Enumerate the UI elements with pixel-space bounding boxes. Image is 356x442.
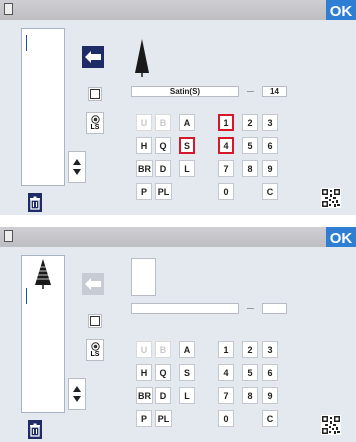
stitch-name-field [131,303,239,314]
key-l[interactable]: L [179,160,195,177]
tree-stitch-icon [32,259,54,294]
stitch-number-field: 14 [262,86,287,97]
back-arrow-icon [85,51,101,63]
trash-button[interactable] [28,193,42,212]
key-l[interactable]: L [179,387,195,404]
key-s[interactable]: S [179,364,195,381]
key-digit-5[interactable]: 5 [242,364,258,381]
key-digit-3[interactable]: 3 [262,114,278,131]
key-digit-0[interactable]: 0 [218,183,234,200]
key-digit-0[interactable]: 0 [218,410,234,427]
key-digit-3[interactable]: 3 [262,341,278,358]
key-b: B [155,341,171,358]
key-pl[interactable]: PL [155,183,172,200]
key-h[interactable]: H [136,364,152,381]
ls-radio-icon [90,114,100,124]
key-br[interactable]: BR [136,387,153,404]
key-u: U [136,114,152,131]
key-digit-9[interactable]: 9 [262,387,278,404]
text-cursor [26,288,27,304]
key-digit-2[interactable]: 2 [242,341,258,358]
key-d[interactable]: D [155,387,171,404]
key-pl[interactable]: PL [155,410,172,427]
checkbox[interactable] [88,314,102,328]
ls-radio-icon [90,341,100,351]
checkbox-icon [90,316,100,326]
key-digit-7[interactable]: 7 [218,160,234,177]
embroidery-screen-1: OK LS Satin(S) 14 U B A H Q S BR D L P P… [0,0,356,215]
stitch-preview-box [131,258,156,296]
key-digit-9[interactable]: 9 [262,160,278,177]
screen-divider [0,215,356,227]
scroll-down-icon[interactable] [73,396,81,402]
back-button[interactable] [82,46,104,68]
back-arrow-icon [85,278,101,290]
trash-button[interactable] [28,420,42,439]
scroll-down-icon[interactable] [73,169,81,175]
stitch-list[interactable] [21,28,65,186]
key-p[interactable]: P [136,410,152,427]
key-digit-2[interactable]: 2 [242,114,258,131]
key-q[interactable]: Q [155,137,171,154]
scroll-up-icon[interactable] [73,386,81,392]
scroll-buttons[interactable] [68,378,86,410]
text-cursor [26,35,27,51]
key-digit-4[interactable]: 4 [218,137,234,154]
stitch-list[interactable] [21,255,65,413]
key-h[interactable]: H [136,137,152,154]
key-p[interactable]: P [136,183,152,200]
key-br[interactable]: BR [136,160,153,177]
ls-button[interactable]: LS [86,339,104,361]
key-digit-c[interactable]: C [262,410,278,427]
stitch-name-field: Satin(S) [131,86,239,97]
key-digit-6[interactable]: 6 [262,364,278,381]
editor-area: LS U B A H Q S BR D L P PL 1 2 3 4 5 6 7 8 9 0 C [0,247,356,442]
ls-label: LS [90,350,100,358]
embroidery-screen-2: OK LS U B A H Q S BR D L P PL 1 2 3 4 5 … [0,227,356,442]
stitch-number-field [262,303,287,314]
back-button[interactable] [82,273,104,295]
key-digit-1[interactable]: 1 [218,114,234,131]
key-digit-4[interactable]: 4 [218,364,234,381]
separator-dash [247,91,254,92]
key-q[interactable]: Q [155,364,171,381]
menu-icon[interactable] [4,230,13,242]
editor-area: LS Satin(S) 14 U B A H Q S BR D L P PL 1 2 3 4 5 6 7 8 9 0 C [0,20,356,215]
checkbox-icon [90,89,100,99]
qr-code-icon [321,188,341,208]
key-digit-8[interactable]: 8 [242,160,258,177]
trash-icon [30,423,40,437]
key-digit-8[interactable]: 8 [242,387,258,404]
stitch-preview-icon [131,37,153,82]
key-u: U [136,341,152,358]
key-digit-1[interactable]: 1 [218,341,234,358]
key-digit-7[interactable]: 7 [218,387,234,404]
key-d[interactable]: D [155,160,171,177]
title-bar [0,227,356,247]
menu-icon[interactable] [4,3,13,15]
key-digit-c[interactable]: C [262,183,278,200]
key-s[interactable]: S [179,137,195,154]
trash-icon [30,196,40,210]
key-digit-5[interactable]: 5 [242,137,258,154]
ls-label: LS [90,123,100,131]
key-digit-6[interactable]: 6 [262,137,278,154]
scroll-up-icon[interactable] [73,159,81,165]
key-b: B [155,114,171,131]
checkbox[interactable] [88,87,102,101]
title-bar [0,0,356,20]
key-a[interactable]: A [179,341,195,358]
ls-button[interactable]: LS [86,112,104,134]
scroll-buttons[interactable] [68,151,86,183]
qr-code-icon [321,415,341,435]
key-a[interactable]: A [179,114,195,131]
separator-dash [247,308,254,309]
